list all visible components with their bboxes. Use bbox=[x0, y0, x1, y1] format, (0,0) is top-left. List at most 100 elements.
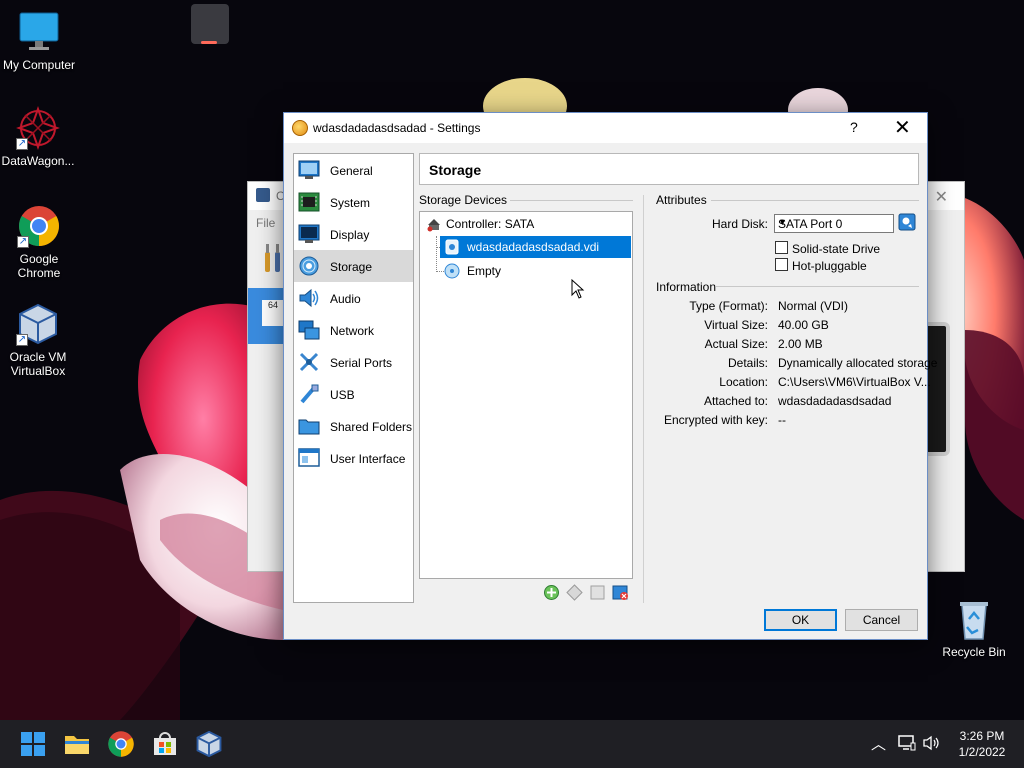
optical-disc-icon bbox=[444, 263, 460, 279]
info-label-actual-size: Actual Size: bbox=[704, 337, 768, 351]
nav-label: General bbox=[330, 164, 373, 178]
remove-attachment-icon[interactable] bbox=[612, 584, 629, 601]
menu-file[interactable]: File bbox=[256, 216, 275, 230]
monitor-icon bbox=[17, 10, 61, 54]
desktop-icon-label: DataWagon... bbox=[1, 154, 75, 168]
tree-item-empty[interactable]: Empty bbox=[440, 260, 631, 282]
dialog-titlebar: wdasdadadasdsadad - Settings ? ✕ bbox=[284, 113, 927, 143]
network-icon[interactable] bbox=[898, 735, 916, 755]
taskbar-active-indicator bbox=[201, 41, 217, 44]
nav-item-usb[interactable]: USB bbox=[294, 378, 413, 410]
nav-item-shared-folders[interactable]: Shared Folders bbox=[294, 410, 413, 442]
info-label-attached-to: Attached to: bbox=[703, 394, 768, 408]
tree-label: wdasdadadasdsadad.vdi bbox=[467, 240, 600, 254]
nav-item-user-interface[interactable]: User Interface bbox=[294, 442, 413, 474]
start-icon[interactable] bbox=[19, 730, 47, 758]
nav-label: Serial Ports bbox=[330, 356, 393, 370]
desktop-icon-label: Recycle Bin bbox=[942, 645, 1006, 659]
tools-icon[interactable] bbox=[264, 244, 282, 274]
info-value-location: C:\Users\VM6\VirtualBox V... bbox=[778, 375, 931, 389]
solid-state-checkbox[interactable] bbox=[775, 241, 788, 254]
nav-item-network[interactable]: Network bbox=[294, 314, 413, 346]
shortcut-arrow-icon: ↗ bbox=[17, 236, 29, 248]
tree-item-vdi[interactable]: wdasdadadasdsadad.vdi bbox=[440, 236, 631, 258]
vm-list-item-selected[interactable]: 64 bbox=[248, 288, 288, 344]
storage-devices-heading: Storage Devices bbox=[419, 193, 508, 207]
info-value-details: Dynamically allocated storage bbox=[778, 356, 938, 370]
datawagon-icon: ↗ bbox=[16, 106, 60, 150]
shared-folders-icon bbox=[298, 416, 320, 436]
section-divider bbox=[510, 200, 633, 201]
close-button[interactable]: ✕ bbox=[894, 115, 911, 140]
taskbar-clock[interactable]: 3:26 PM 1/2/2022 bbox=[950, 728, 1014, 760]
nav-label: Display bbox=[330, 228, 370, 242]
file-explorer-icon[interactable] bbox=[63, 730, 91, 758]
virtualbox-icon: ↗ bbox=[16, 302, 60, 346]
vm-os-icon: 64 bbox=[262, 300, 284, 326]
chevron-up-icon[interactable]: ︿ bbox=[871, 733, 886, 754]
hard-disk-select[interactable]: SATA Port 0 ▼ bbox=[774, 214, 894, 233]
system-icon bbox=[298, 192, 320, 212]
attributes-heading: Attributes bbox=[656, 193, 707, 207]
volume-icon[interactable] bbox=[922, 735, 940, 755]
remove-controller-icon[interactable] bbox=[566, 584, 583, 601]
nav-item-display[interactable]: Display bbox=[294, 218, 413, 250]
taskbar-active-highlight bbox=[191, 4, 229, 44]
mouse-cursor-icon bbox=[571, 278, 585, 299]
nav-label: Audio bbox=[330, 292, 361, 306]
desktop-icon-google-chrome[interactable]: ↗ Google Chrome bbox=[1, 204, 77, 280]
info-label-location: Location: bbox=[719, 375, 768, 389]
nav-item-storage[interactable]: Storage bbox=[294, 250, 413, 282]
hot-pluggable-label: Hot-pluggable bbox=[792, 259, 867, 273]
cancel-button[interactable]: Cancel bbox=[845, 609, 918, 631]
nav-label: User Interface bbox=[330, 452, 406, 466]
ok-button[interactable]: OK bbox=[764, 609, 837, 631]
add-attachment-icon[interactable] bbox=[589, 584, 606, 601]
desktop-icon-recycle-bin[interactable]: Recycle Bin bbox=[936, 597, 1012, 659]
tree-label: Controller: SATA bbox=[446, 217, 535, 231]
shortcut-arrow-icon: ↗ bbox=[16, 138, 28, 150]
desktop-icon-virtualbox[interactable]: ↗ Oracle VM VirtualBox bbox=[0, 302, 76, 378]
help-button[interactable]: ? bbox=[850, 119, 858, 135]
info-label-encrypted: Encrypted with key: bbox=[663, 413, 768, 427]
nav-item-system[interactable]: System bbox=[294, 186, 413, 218]
virtualbox-icon bbox=[256, 188, 270, 202]
nav-label: System bbox=[330, 196, 371, 210]
choose-disk-icon[interactable] bbox=[898, 213, 916, 231]
page-title: Storage bbox=[429, 162, 482, 178]
nav-item-general[interactable]: General bbox=[294, 154, 413, 186]
virtualbox-icon[interactable] bbox=[195, 730, 223, 758]
dialog-title: wdasdadadasdsadad - Settings bbox=[313, 121, 481, 135]
info-label-virtual-size: Virtual Size: bbox=[704, 318, 768, 332]
chrome-icon[interactable] bbox=[107, 730, 135, 758]
user-interface-icon bbox=[298, 448, 320, 468]
section-divider bbox=[711, 200, 919, 201]
settings-nav: General System Display Storage Audio Net… bbox=[293, 153, 414, 603]
virtualbox-settings-icon bbox=[292, 120, 308, 136]
nav-label: USB bbox=[330, 388, 355, 402]
tree-controller-sata[interactable]: Controller: SATA bbox=[426, 213, 626, 235]
information-heading: Information bbox=[656, 280, 717, 294]
nav-label: Network bbox=[330, 324, 375, 338]
network-icon bbox=[298, 320, 320, 340]
add-controller-icon[interactable] bbox=[543, 584, 560, 601]
hard-disk-icon bbox=[444, 239, 460, 255]
nav-item-audio[interactable]: Audio bbox=[294, 282, 413, 314]
settings-dialog[interactable]: wdasdadadasdsadad - Settings ? ✕ General… bbox=[283, 112, 937, 640]
desktop-icon-datawagon[interactable]: ↗ DataWagon... bbox=[0, 106, 76, 168]
close-icon[interactable]: ✕ bbox=[935, 187, 948, 207]
info-value-type: Normal (VDI) bbox=[778, 299, 849, 313]
nav-item-serial-ports[interactable]: Serial Ports bbox=[294, 346, 413, 378]
storage-tree[interactable]: Controller: SATA wdasdadadasdsadad.vdi E… bbox=[419, 211, 633, 579]
desktop-icon-my-computer[interactable]: My Computer bbox=[1, 10, 77, 72]
recycle-bin-icon bbox=[952, 597, 996, 641]
audio-icon bbox=[298, 288, 320, 308]
display-icon bbox=[298, 224, 320, 244]
store-icon[interactable] bbox=[151, 730, 179, 758]
desktop-icon-label: My Computer bbox=[2, 58, 76, 72]
tree-label: Empty bbox=[467, 264, 502, 278]
serial-ports-icon bbox=[298, 352, 320, 372]
usb-icon bbox=[298, 384, 320, 404]
info-label-details: Details: bbox=[727, 356, 768, 370]
hot-pluggable-checkbox[interactable] bbox=[775, 258, 788, 271]
